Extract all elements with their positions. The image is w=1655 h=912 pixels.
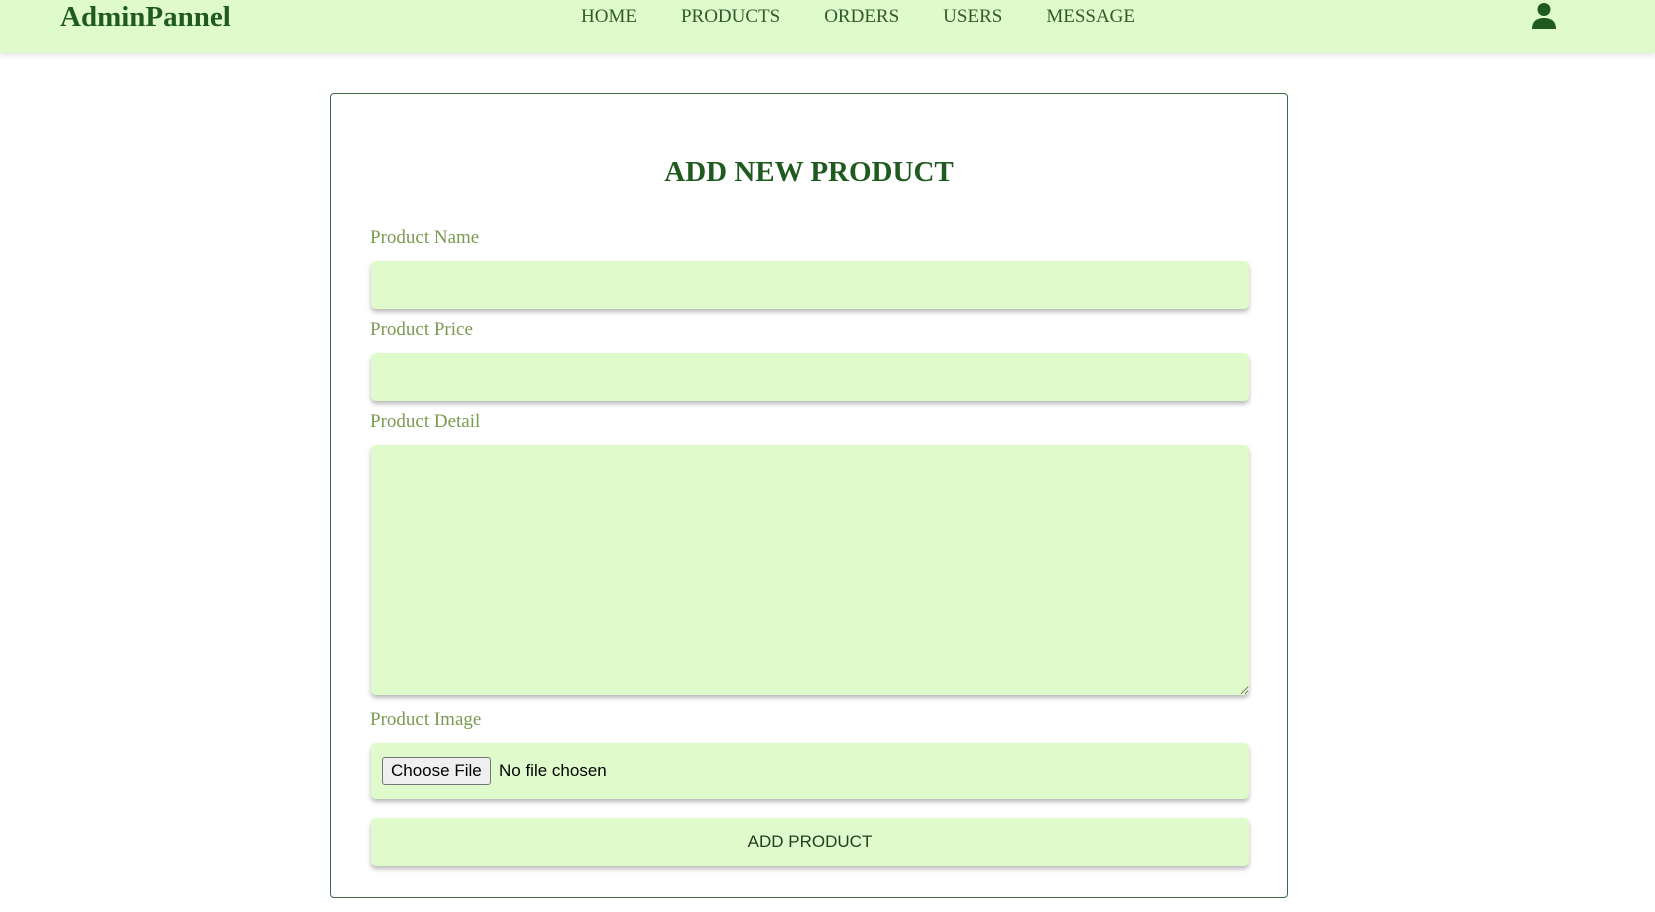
file-status-text: No file chosen <box>499 761 607 780</box>
top-header: AdminPannel HOME PRODUCTS ORDERS USERS M… <box>0 0 1655 53</box>
product-detail-label: Product Detail <box>370 411 481 432</box>
nav-users[interactable]: USERS <box>943 4 1002 30</box>
nav-message[interactable]: MESSAGE <box>1046 4 1135 30</box>
add-product-card: ADD NEW PRODUCT Product Name Product Pri… <box>330 93 1288 898</box>
form-title: ADD NEW PRODUCT <box>664 156 954 188</box>
product-detail-textarea[interactable] <box>371 445 1249 695</box>
product-image-input: Choose File No file chosen <box>371 743 1249 799</box>
add-product-button[interactable]: ADD PRODUCT <box>371 818 1249 866</box>
nav-orders[interactable]: ORDERS <box>824 4 899 30</box>
product-price-label: Product Price <box>370 319 473 340</box>
product-image-label: Product Image <box>370 709 482 730</box>
logo[interactable]: AdminPannel <box>60 0 231 34</box>
product-price-input[interactable] <box>371 353 1249 401</box>
product-name-input[interactable] <box>371 261 1249 309</box>
main-nav: HOME PRODUCTS ORDERS USERS MESSAGE <box>581 4 1179 30</box>
nav-products[interactable]: PRODUCTS <box>681 4 780 30</box>
choose-file-button[interactable]: Choose File <box>382 757 491 785</box>
nav-home[interactable]: HOME <box>581 4 637 30</box>
product-name-label: Product Name <box>370 227 480 248</box>
user-icon[interactable] <box>1531 2 1557 30</box>
